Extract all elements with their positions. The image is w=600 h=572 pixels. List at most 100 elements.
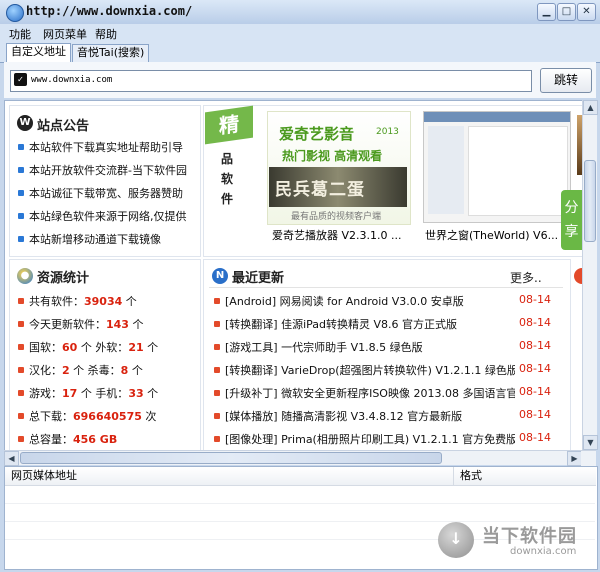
watermark-name: 当下软件园	[482, 526, 577, 547]
stat-label-2: 杀毒：	[87, 364, 121, 377]
menu-function[interactable]: 功能	[9, 26, 31, 42]
bullet-icon	[214, 321, 220, 327]
update-item[interactable]: [升级补丁] 微软安全更新程序ISO映像 2013.08 多国语言官	[225, 385, 515, 401]
stat-unit: 个	[125, 295, 137, 308]
w-logo-icon: W	[17, 115, 33, 131]
scroll-corner	[581, 451, 596, 466]
banner-slogan: 最有品质的视频客户端	[291, 212, 382, 222]
minimize-button[interactable]: ▁	[537, 3, 556, 21]
stat-label: 国软：	[29, 341, 62, 354]
stat-value: 60	[62, 341, 78, 354]
tab-custom-address[interactable]: 自定义地址	[6, 43, 71, 63]
update-item[interactable]: [转换翻译] 佳源iPad转换精灵 V8.6 官方正式版	[225, 316, 515, 332]
update-item[interactable]: [图像处理] Prima(相册照片印刷工具) V1.2.1.1 官方免费版	[225, 431, 515, 447]
stats-title: 资源统计	[37, 271, 90, 286]
bullet-icon	[18, 213, 24, 219]
notice-item[interactable]: 本站软件下载真实地址帮助引导	[29, 139, 183, 155]
notice-title: 站点公告	[37, 119, 90, 134]
horizontal-scrollbar[interactable]: ◀ ▶	[4, 450, 596, 466]
stat-value: 143	[106, 318, 129, 331]
page-icon: ✓	[14, 73, 27, 86]
stat-unit: 个	[80, 341, 92, 354]
stat-unit: 个	[80, 387, 92, 400]
update-item[interactable]: [游戏工具] 一代宗师助手 V1.8.5 绿色版	[225, 339, 515, 355]
menu-webpage[interactable]: 网页菜单	[43, 26, 87, 42]
stat-value-2: 21	[128, 341, 144, 354]
notice-item[interactable]: 本站新增移动通道下载镜像	[29, 231, 161, 247]
close-button[interactable]: ✕	[577, 3, 596, 21]
notice-item[interactable]: 本站诚征下载带宽、服务器赞助	[29, 185, 183, 201]
bullet-icon	[18, 144, 24, 150]
scroll-left-icon[interactable]: ◀	[4, 451, 19, 466]
stat-label: 总下载：	[29, 410, 73, 423]
column-header-media-address[interactable]: 网页媒体地址	[5, 467, 454, 486]
bullet-icon	[18, 436, 24, 442]
stat-value-2: 8	[120, 364, 129, 377]
update-date: 08-14	[519, 408, 551, 421]
bullet-icon	[18, 298, 24, 304]
stat-label-2: 外软：	[95, 341, 129, 354]
update-date: 08-14	[519, 385, 551, 398]
stat-label: 游戏：	[29, 387, 62, 400]
share-tab[interactable]: 分享	[561, 190, 582, 250]
n-logo-icon: N	[212, 268, 228, 284]
notice-item[interactable]: 本站开放软件交流群-当下软件园	[29, 162, 187, 178]
go-button[interactable]: 跳转	[540, 68, 592, 93]
stat-row-game-mobile: 游戏：17 个 手机：33 个	[29, 385, 158, 401]
update-item[interactable]: [转换翻译] VarieDrop(超强图片转换软件) V1.2.1.1 绿色版	[225, 362, 515, 378]
scroll-right-icon[interactable]: ▶	[567, 451, 582, 466]
globe-icon: ●	[17, 268, 33, 284]
web-content: W 站点公告 本站软件下载真实地址帮助引导 本站开放软件交流群-当下软件园 本站…	[4, 100, 584, 452]
banner-calligraphy: 民兵葛二蛋	[275, 180, 365, 200]
screenshot-titlebar	[424, 112, 570, 122]
stat-value: 17	[62, 387, 78, 400]
bullet-icon	[214, 413, 220, 419]
watermark-url: downxia.com	[510, 546, 577, 557]
bullet-icon	[214, 436, 220, 442]
maximize-button[interactable]: □	[557, 3, 576, 21]
vertical-scroll-thumb[interactable]	[584, 160, 596, 242]
theworld-screenshot[interactable]	[423, 111, 571, 223]
stat-unit: 次	[145, 410, 157, 423]
banner-year: 2013	[376, 127, 399, 137]
more-link[interactable]: 更多..	[510, 269, 542, 286]
stat-value-2: 33	[128, 387, 144, 400]
updates-title: 最近更新	[232, 271, 285, 286]
menu-help[interactable]: 帮助	[95, 26, 117, 42]
bullet-icon	[214, 298, 220, 304]
bullet-icon	[18, 390, 24, 396]
tab-yinyuetai-search[interactable]: 音悦Tai(搜索)	[72, 44, 150, 62]
banner-title: 爱奇艺影音	[279, 125, 355, 143]
vertical-scrollbar[interactable]: ▲ ▼	[582, 100, 598, 450]
stat-unit-2: 个	[147, 387, 159, 400]
featured-badge: 精	[205, 105, 253, 145]
update-item[interactable]: [Android] 网易阅读 for Android V3.0.0 安卓版	[225, 293, 515, 309]
stat-unit-2: 个	[131, 364, 143, 377]
stat-value: 456 GB	[73, 433, 118, 446]
update-item[interactable]: [媒体播放] 随播高清影视 V3.4.8.12 官方最新版	[225, 408, 515, 424]
notice-item[interactable]: 本站绿色软件来源于网络,仅提供	[29, 208, 187, 224]
stat-row-today: 今天更新软件：143 个	[29, 316, 143, 332]
bullet-icon	[18, 367, 24, 373]
bullet-icon	[18, 344, 24, 350]
horizontal-scroll-thumb[interactable]	[20, 452, 442, 464]
stat-label: 共有软件：	[29, 295, 84, 308]
stat-row-domestic-foreign: 国软：60 个 外软：21 个	[29, 339, 158, 355]
screenshot-sidebar	[428, 126, 464, 214]
scroll-down-icon[interactable]: ▼	[583, 435, 598, 450]
scroll-up-icon[interactable]: ▲	[583, 100, 598, 115]
update-date: 08-14	[519, 316, 551, 329]
app-logo-icon	[6, 4, 24, 22]
app-caption-theworld[interactable]: 世界之窗(TheWorld) V6...	[425, 227, 558, 243]
stat-label-2: 手机：	[95, 387, 129, 400]
stat-label: 总容量：	[29, 433, 73, 446]
app-caption-iqiyi[interactable]: 爱奇艺播放器 V2.3.1.0 ...	[272, 227, 402, 243]
media-address-list[interactable]: 网页媒体地址 格式	[4, 466, 598, 570]
column-header-format[interactable]: 格式	[454, 467, 596, 486]
menu-bar	[0, 24, 600, 42]
list-gridline	[5, 503, 595, 504]
update-date: 08-14	[519, 431, 551, 444]
stat-row-total: 共有软件：39034 个	[29, 293, 137, 309]
stat-value: 696640575	[73, 410, 142, 423]
address-input[interactable]	[31, 72, 521, 88]
